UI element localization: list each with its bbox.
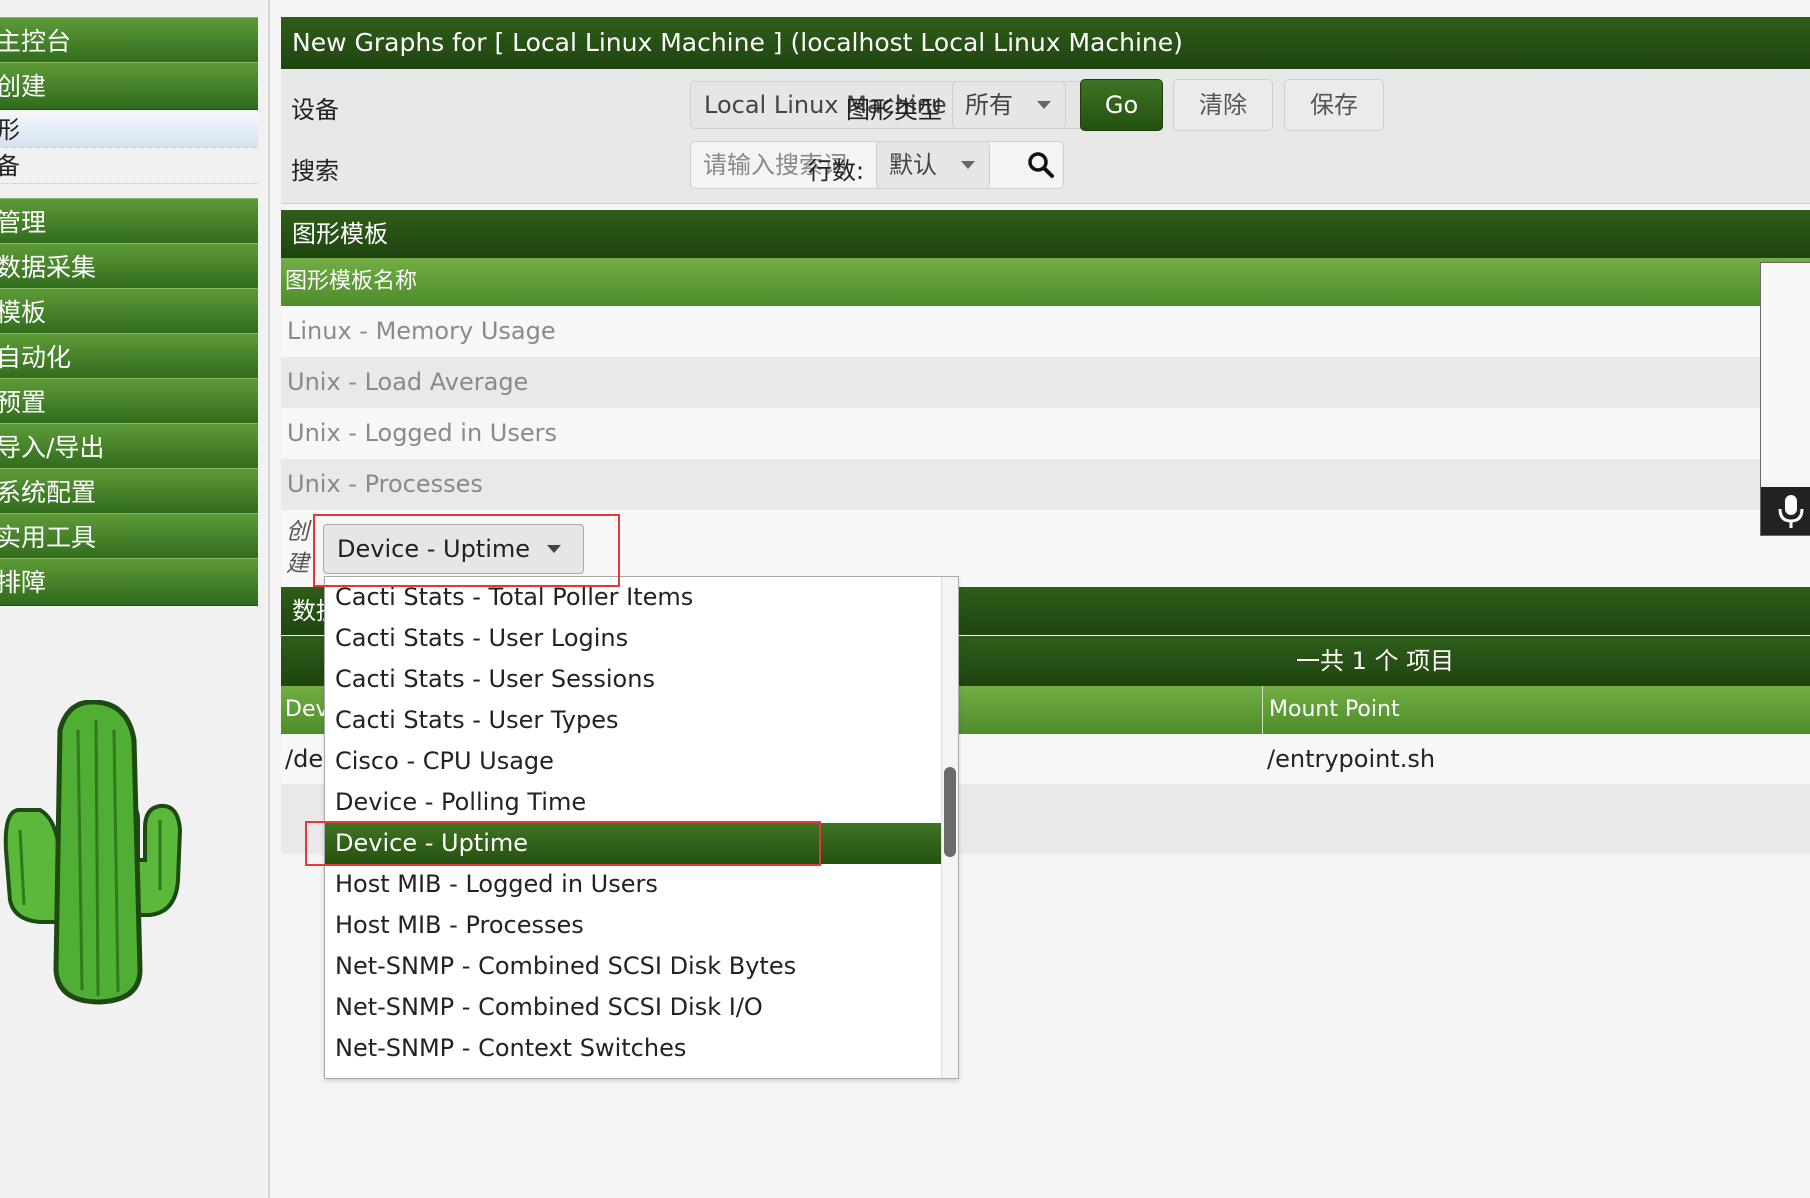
create-graph-template-select[interactable]: Device - Uptime — [323, 524, 584, 574]
rows-select-value: 默认 — [889, 151, 937, 179]
sidebar-item-utilities[interactable]: 实用工具 — [0, 513, 258, 561]
dropdown-option[interactable]: Cacti Stats - User Logins — [325, 618, 942, 659]
create-select-value: Device - Uptime — [337, 535, 531, 563]
sidebar-item-management[interactable]: 管理 — [0, 198, 258, 246]
sidebar-item-import-export[interactable]: 导入/导出 — [0, 423, 258, 471]
sidebar-item-data-collection[interactable]: 数据采集 — [0, 243, 258, 291]
dropdown-option[interactable]: Host MIB - Logged in Users — [325, 864, 942, 905]
page-title: New Graphs for [ Local Linux Machine ] (… — [281, 17, 1810, 69]
sidebar-item-new-graphs[interactable]: 形 — [0, 112, 258, 148]
search-icon[interactable] — [1027, 151, 1055, 179]
filter-panel: 设备 Local Linux Machine 图形类型 所有 Go 清除 保存 … — [281, 69, 1810, 204]
dropdown-option[interactable]: Net-SNMP - Combined SCSI Disk I/O — [325, 987, 942, 1028]
chevron-down-icon — [1037, 101, 1051, 109]
dropdown-option[interactable]: Cacti Stats - Total Poller Items — [325, 577, 942, 618]
graph-template-dropdown-list[interactable]: Cacti Stats - Total Poller Items Cacti S… — [324, 576, 959, 1079]
device-cell: /de — [285, 745, 324, 773]
cactus-logo — [3, 700, 183, 1005]
dropdown-option[interactable]: Device - Polling Time — [325, 782, 942, 823]
chevron-down-icon — [547, 545, 561, 553]
sidebar-item-console[interactable]: 主控台 — [0, 17, 258, 65]
graph-template-name-header[interactable]: 图形模板名称 — [281, 258, 1810, 306]
graph-type-label: 图形类型 — [846, 96, 942, 124]
chevron-down-icon — [961, 161, 975, 169]
device-column-header[interactable]: Dev — [285, 686, 329, 734]
sidebar-item-presets[interactable]: 预置 — [0, 378, 258, 426]
dropdown-option[interactable]: Cacti Stats - User Sessions — [325, 659, 942, 700]
dropdown-option-selected[interactable]: Device - Uptime — [325, 823, 942, 864]
graph-templates-title: 图形模板 — [281, 210, 1810, 258]
scrollbar-thumb[interactable] — [944, 767, 956, 857]
rows-label: 行数: — [808, 157, 865, 185]
microphone-icon[interactable] — [1771, 491, 1810, 531]
table-row[interactable]: Unix - Load Average — [281, 357, 1810, 408]
sidebar-item-templates[interactable]: 模板 — [0, 288, 258, 336]
dropdown-option[interactable]: Net-SNMP - Context Switches — [325, 1028, 942, 1069]
table-row[interactable]: Unix - Processes — [281, 459, 1810, 510]
item-count-text: 一共 1 个 项目 — [1296, 647, 1455, 675]
table-row[interactable]: Linux - Memory Usage — [281, 306, 1810, 357]
create-label: 创建 — [286, 519, 309, 577]
sidebar-item-new-device[interactable]: 备 — [0, 148, 258, 184]
sidebar-item-create[interactable]: 创建 — [0, 62, 258, 110]
device-label: 设备 — [291, 96, 339, 124]
dropdown-option[interactable]: Net-SNMP - Combined SCSI Disk Bytes — [325, 946, 942, 987]
dropdown-option[interactable]: Cacti Stats - User Types — [325, 700, 942, 741]
save-button[interactable]: 保存 — [1284, 79, 1384, 131]
mount-point-column-header[interactable]: Mount Point — [1262, 686, 1400, 734]
table-row[interactable]: Unix - Logged in Users — [281, 408, 1810, 459]
sidebar: 主控台 创建 形 备 管理 数据采集 模板 自动化 预置 导入/导出 系统配置 … — [0, 0, 270, 1198]
clear-button[interactable]: 清除 — [1173, 79, 1273, 131]
thumbnail-toolbar — [1761, 487, 1810, 535]
go-button[interactable]: Go — [1080, 79, 1163, 131]
sidebar-item-troubleshooting[interactable]: 排障 — [0, 558, 258, 606]
thumbnail-preview[interactable] — [1760, 262, 1810, 536]
dropdown-option[interactable]: Host MIB - Processes — [325, 905, 942, 946]
graph-type-select-value: 所有 — [965, 91, 1013, 119]
search-label: 搜索 — [291, 157, 339, 185]
dropdown-option[interactable]: Cisco - CPU Usage — [325, 741, 942, 782]
sidebar-item-automation[interactable]: 自动化 — [0, 333, 258, 381]
dropdown-scrollbar[interactable] — [941, 577, 958, 1078]
mount-point-cell: /entrypoint.sh — [1267, 745, 1436, 773]
graph-type-select[interactable]: 所有 — [952, 81, 1066, 129]
sidebar-item-configuration[interactable]: 系统配置 — [0, 468, 258, 516]
rows-select[interactable]: 默认 — [876, 141, 990, 189]
